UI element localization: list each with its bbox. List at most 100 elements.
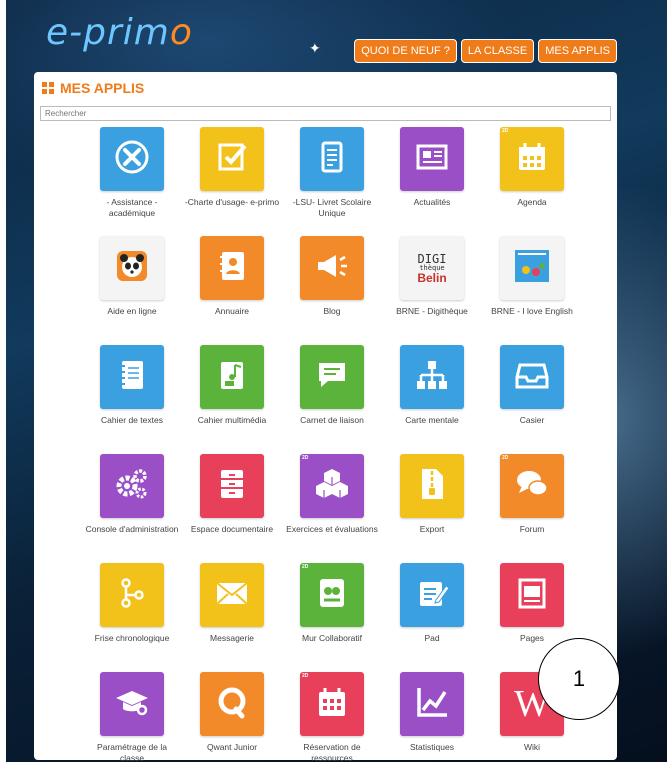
app-item[interactable]: Blog: [282, 235, 382, 344]
app-item[interactable]: Frise chronologique: [82, 562, 182, 671]
app-item[interactable]: 2D Exercices et évaluations: [282, 453, 382, 562]
zip-file-icon: [414, 466, 450, 507]
app-item[interactable]: Actualités: [382, 126, 482, 235]
app-label: Carnet de liaison: [300, 415, 364, 425]
app-label: BRNE - I love English: [491, 306, 573, 316]
app-tile[interactable]: 2D: [300, 454, 364, 518]
app-item[interactable]: Export: [382, 453, 482, 562]
calendar-icon: [514, 139, 550, 180]
mindmap-icon: [414, 357, 450, 398]
app-tile[interactable]: [300, 236, 364, 300]
app-item[interactable]: Aide en ligne: [82, 235, 182, 344]
app-tag: 2D: [502, 128, 509, 134]
app-item[interactable]: Annuaire: [182, 235, 282, 344]
app-label: Carte mentale: [405, 415, 459, 425]
pad-icon: [414, 575, 450, 616]
app-item[interactable]: 2D Agenda: [482, 126, 582, 235]
multimedia-notebook-icon: [214, 357, 250, 398]
nav-class-button[interactable]: LA CLASSE: [460, 39, 535, 63]
app-tile[interactable]: [400, 563, 464, 627]
chart-line-icon: [414, 684, 450, 725]
nav-whats-new-button[interactable]: QUOI DE NEUF ?: [354, 39, 457, 63]
app-tile[interactable]: [100, 236, 164, 300]
app-item[interactable]: - Assistance - académique: [82, 126, 182, 235]
app-label: Export: [419, 524, 445, 534]
panel-title: MES APPLIS: [42, 80, 144, 96]
eprimo-logo[interactable]: e-primo: [46, 12, 193, 53]
app-label: Forum: [519, 524, 545, 534]
app-tile[interactable]: [400, 127, 464, 191]
app-tile[interactable]: [200, 672, 264, 736]
app-tile[interactable]: [100, 454, 164, 518]
envelope-icon: [214, 575, 250, 616]
app-item[interactable]: Cahier multimédia: [182, 344, 282, 453]
app-label: Blog: [323, 306, 341, 316]
app-item[interactable]: Qwant Junior: [182, 671, 282, 762]
app-tile[interactable]: [500, 345, 564, 409]
qwant-icon: [214, 684, 250, 725]
app-tile[interactable]: [100, 127, 164, 191]
app-item[interactable]: -LSU- Livret Scolaire Unique: [282, 126, 382, 235]
app-item[interactable]: -Charte d'usage- e-primo: [182, 126, 282, 235]
app-label: BRNE - Digithèque: [396, 306, 468, 316]
app-tile[interactable]: [300, 127, 364, 191]
app-item[interactable]: BRNE - I love English: [482, 235, 582, 344]
wall-icon: [314, 575, 350, 616]
app-item[interactable]: DIGI thèque Belin BRNE - Digithèque: [382, 235, 482, 344]
app-item[interactable]: Carnet de liaison: [282, 344, 382, 453]
app-tile[interactable]: 2D: [500, 454, 564, 518]
app-item[interactable]: Pad: [382, 562, 482, 671]
app-item[interactable]: 2D Mur Collaboratif: [282, 562, 382, 671]
app-tile[interactable]: 2D: [300, 672, 364, 736]
app-tile[interactable]: DIGI thèque Belin: [400, 236, 464, 300]
search-input[interactable]: [40, 106, 611, 121]
app-item[interactable]: Cahier de textes: [82, 344, 182, 453]
callout-number: 1: [572, 666, 586, 691]
app-tile[interactable]: [200, 454, 264, 518]
app-tile[interactable]: [400, 672, 464, 736]
app-item[interactable]: Paramétrage de la classe: [82, 671, 182, 762]
app-tile[interactable]: 2D: [500, 127, 564, 191]
app-label: Pad: [424, 633, 440, 643]
app-tile[interactable]: [100, 672, 164, 736]
inbox-tray-icon: [514, 357, 550, 398]
app-tag: 2D: [302, 455, 309, 461]
app-item[interactable]: Carte mentale: [382, 344, 482, 453]
logo-line: DIGI: [417, 251, 447, 266]
discussion-icon: [514, 466, 550, 507]
app-tile[interactable]: [400, 454, 464, 518]
contact-book-icon: [214, 248, 250, 289]
app-tile[interactable]: 2D: [300, 563, 364, 627]
app-label: -LSU- Livret Scolaire Unique: [292, 197, 372, 219]
app-item[interactable]: Console d'administration: [82, 453, 182, 562]
apps-panel: MES APPLIS - Assistance - académique -Cha…: [34, 72, 617, 762]
app-label: - Assistance - académique: [106, 197, 158, 219]
i-love-english-icon: [514, 248, 550, 289]
app-item[interactable]: Espace documentaire: [182, 453, 282, 562]
callout-number-badge: 1: [538, 638, 620, 720]
top-navigation: QUOI DE NEUF ? LA CLASSE MES APPLIS: [354, 39, 617, 63]
app-tile[interactable]: [100, 563, 164, 627]
sparkle-icon: ✦: [309, 40, 321, 56]
booklet-icon: [314, 139, 350, 180]
app-tile[interactable]: [100, 345, 164, 409]
app-tile[interactable]: [200, 127, 264, 191]
app-tile[interactable]: [500, 563, 564, 627]
app-tile[interactable]: [300, 345, 364, 409]
app-item[interactable]: Messagerie: [182, 562, 282, 671]
app-item[interactable]: Statistiques: [382, 671, 482, 762]
app-item[interactable]: 2D Forum: [482, 453, 582, 562]
nav-my-apps-button[interactable]: MES APPLIS: [538, 39, 617, 63]
app-tile[interactable]: [200, 563, 264, 627]
app-item[interactable]: 2D Réservation de ressources: [282, 671, 382, 762]
cubes-icon: [314, 466, 350, 507]
app-tag: 2D: [302, 673, 309, 679]
app-item[interactable]: Casier: [482, 344, 582, 453]
page-icon: [514, 575, 550, 616]
app-tile[interactable]: [200, 236, 264, 300]
app-tile[interactable]: [200, 345, 264, 409]
app-tile[interactable]: [500, 236, 564, 300]
logo-text-o: o: [169, 12, 193, 53]
app-tile[interactable]: [400, 345, 464, 409]
logo-text: e-prim: [46, 12, 170, 53]
